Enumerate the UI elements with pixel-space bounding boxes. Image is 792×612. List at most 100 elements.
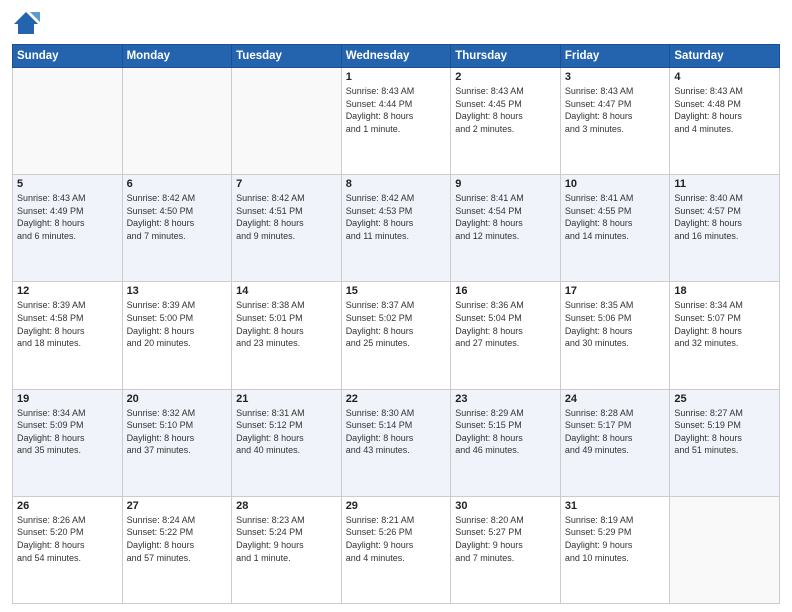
day-info: Sunrise: 8:39 AM Sunset: 5:00 PM Dayligh…	[127, 299, 228, 349]
day-number: 7	[236, 178, 337, 190]
day-cell: 14 Sunrise: 8:38 AM Sunset: 5:01 PM Dayli…	[232, 282, 342, 389]
weekday-header-friday: Friday	[560, 45, 670, 68]
day-info: Sunrise: 8:38 AM Sunset: 5:01 PM Dayligh…	[236, 299, 337, 349]
day-number: 14	[236, 285, 337, 297]
day-cell: 7 Sunrise: 8:42 AM Sunset: 4:51 PM Daylig…	[232, 175, 342, 282]
day-cell: 29 Sunrise: 8:21 AM Sunset: 5:26 PM Dayli…	[341, 496, 451, 603]
day-info: Sunrise: 8:21 AM Sunset: 5:26 PM Dayligh…	[346, 514, 447, 564]
day-number: 1	[346, 71, 447, 83]
day-cell: 20Sunrise: 8:32 AM Sunset: 5:10 PM Dayli…	[122, 389, 232, 496]
day-number: 23	[455, 393, 556, 405]
day-cell: 3Sunrise: 8:43 AM Sunset: 4:47 PM Daylig…	[560, 68, 670, 175]
day-number: 4	[674, 71, 775, 83]
day-info: Sunrise: 8:30 AM Sunset: 5:14 PM Dayligh…	[346, 407, 447, 457]
logo-icon	[12, 10, 40, 38]
day-number: 12	[17, 285, 118, 297]
day-cell: 26 Sunrise: 8:26 AM Sunset: 5:20 PM Dayli…	[13, 496, 123, 603]
day-number: 16	[455, 285, 556, 297]
day-info: Sunrise: 8:41 AM Sunset: 4:55 PM Dayligh…	[565, 192, 666, 242]
day-info: Sunrise: 8:36 AM Sunset: 5:04 PM Dayligh…	[455, 299, 556, 349]
day-cell: 11 Sunrise: 8:40 AM Sunset: 4:57 PM Dayli…	[670, 175, 780, 282]
week-row-1: 1 Sunrise: 8:43 AM Sunset: 4:44 PM Daylig…	[13, 68, 780, 175]
day-info: Sunrise: 8:20 AM Sunset: 5:27 PM Dayligh…	[455, 514, 556, 564]
weekday-header-monday: Monday	[122, 45, 232, 68]
day-info: Sunrise: 8:39 AM Sunset: 4:58 PM Dayligh…	[17, 299, 118, 349]
week-row-4: 19Sunrise: 8:34 AM Sunset: 5:09 PM Dayli…	[13, 389, 780, 496]
day-cell: 19Sunrise: 8:34 AM Sunset: 5:09 PM Dayli…	[13, 389, 123, 496]
day-info: Sunrise: 8:19 AM Sunset: 5:29 PM Dayligh…	[565, 514, 666, 564]
day-info: Sunrise: 8:23 AM Sunset: 5:24 PM Dayligh…	[236, 514, 337, 564]
week-row-5: 26 Sunrise: 8:26 AM Sunset: 5:20 PM Dayli…	[13, 496, 780, 603]
day-info: Sunrise: 8:26 AM Sunset: 5:20 PM Dayligh…	[17, 514, 118, 564]
day-number: 6	[127, 178, 228, 190]
day-number: 29	[346, 500, 447, 512]
day-info: Sunrise: 8:31 AM Sunset: 5:12 PM Dayligh…	[236, 407, 337, 457]
day-cell: 30 Sunrise: 8:20 AM Sunset: 5:27 PM Dayli…	[451, 496, 561, 603]
day-cell: 2Sunrise: 8:43 AM Sunset: 4:45 PM Daylig…	[451, 68, 561, 175]
day-number: 30	[455, 500, 556, 512]
day-cell	[232, 68, 342, 175]
day-cell: 23 Sunrise: 8:29 AM Sunset: 5:15 PM Dayli…	[451, 389, 561, 496]
day-cell: 12 Sunrise: 8:39 AM Sunset: 4:58 PM Dayli…	[13, 282, 123, 389]
weekday-header-sunday: Sunday	[13, 45, 123, 68]
day-info: Sunrise: 8:27 AM Sunset: 5:19 PM Dayligh…	[674, 407, 775, 457]
day-cell: 5Sunrise: 8:43 AM Sunset: 4:49 PM Daylig…	[13, 175, 123, 282]
day-info: Sunrise: 8:37 AM Sunset: 5:02 PM Dayligh…	[346, 299, 447, 349]
day-info: Sunrise: 8:43 AM Sunset: 4:44 PM Dayligh…	[346, 85, 447, 135]
day-cell: 10 Sunrise: 8:41 AM Sunset: 4:55 PM Dayli…	[560, 175, 670, 282]
day-info: Sunrise: 8:42 AM Sunset: 4:50 PM Dayligh…	[127, 192, 228, 242]
day-number: 26	[17, 500, 118, 512]
day-number: 13	[127, 285, 228, 297]
day-number: 27	[127, 500, 228, 512]
day-number: 18	[674, 285, 775, 297]
day-cell: 16 Sunrise: 8:36 AM Sunset: 5:04 PM Dayli…	[451, 282, 561, 389]
day-info: Sunrise: 8:35 AM Sunset: 5:06 PM Dayligh…	[565, 299, 666, 349]
day-cell: 25 Sunrise: 8:27 AM Sunset: 5:19 PM Dayli…	[670, 389, 780, 496]
day-number: 28	[236, 500, 337, 512]
day-number: 10	[565, 178, 666, 190]
day-number: 22	[346, 393, 447, 405]
day-info: Sunrise: 8:34 AM Sunset: 5:07 PM Dayligh…	[674, 299, 775, 349]
calendar-page: SundayMondayTuesdayWednesdayThursdayFrid…	[0, 0, 792, 612]
day-info: Sunrise: 8:32 AM Sunset: 5:10 PM Dayligh…	[127, 407, 228, 457]
day-number: 25	[674, 393, 775, 405]
day-number: 31	[565, 500, 666, 512]
day-info: Sunrise: 8:43 AM Sunset: 4:45 PM Dayligh…	[455, 85, 556, 135]
day-cell: 6 Sunrise: 8:42 AM Sunset: 4:50 PM Daylig…	[122, 175, 232, 282]
day-number: 5	[17, 178, 118, 190]
day-cell	[13, 68, 123, 175]
day-number: 24	[565, 393, 666, 405]
header	[12, 10, 780, 38]
day-cell: 9 Sunrise: 8:41 AM Sunset: 4:54 PM Daylig…	[451, 175, 561, 282]
weekday-header-saturday: Saturday	[670, 45, 780, 68]
day-cell: 24Sunrise: 8:28 AM Sunset: 5:17 PM Dayli…	[560, 389, 670, 496]
day-number: 17	[565, 285, 666, 297]
day-info: Sunrise: 8:41 AM Sunset: 4:54 PM Dayligh…	[455, 192, 556, 242]
weekday-header-row: SundayMondayTuesdayWednesdayThursdayFrid…	[13, 45, 780, 68]
day-info: Sunrise: 8:42 AM Sunset: 4:51 PM Dayligh…	[236, 192, 337, 242]
day-number: 3	[565, 71, 666, 83]
day-number: 15	[346, 285, 447, 297]
day-number: 11	[674, 178, 775, 190]
day-cell	[122, 68, 232, 175]
day-info: Sunrise: 8:29 AM Sunset: 5:15 PM Dayligh…	[455, 407, 556, 457]
day-cell: 21 Sunrise: 8:31 AM Sunset: 5:12 PM Dayli…	[232, 389, 342, 496]
day-cell	[670, 496, 780, 603]
day-number: 19	[17, 393, 118, 405]
calendar-table: SundayMondayTuesdayWednesdayThursdayFrid…	[12, 44, 780, 604]
weekday-header-tuesday: Tuesday	[232, 45, 342, 68]
day-info: Sunrise: 8:40 AM Sunset: 4:57 PM Dayligh…	[674, 192, 775, 242]
day-cell: 27 Sunrise: 8:24 AM Sunset: 5:22 PM Dayli…	[122, 496, 232, 603]
day-cell: 4Sunrise: 8:43 AM Sunset: 4:48 PM Daylig…	[670, 68, 780, 175]
day-info: Sunrise: 8:42 AM Sunset: 4:53 PM Dayligh…	[346, 192, 447, 242]
day-cell: 22 Sunrise: 8:30 AM Sunset: 5:14 PM Dayli…	[341, 389, 451, 496]
day-number: 21	[236, 393, 337, 405]
day-number: 8	[346, 178, 447, 190]
weekday-header-thursday: Thursday	[451, 45, 561, 68]
day-info: Sunrise: 8:24 AM Sunset: 5:22 PM Dayligh…	[127, 514, 228, 564]
day-cell: 8 Sunrise: 8:42 AM Sunset: 4:53 PM Daylig…	[341, 175, 451, 282]
weekday-header-wednesday: Wednesday	[341, 45, 451, 68]
day-cell: 1 Sunrise: 8:43 AM Sunset: 4:44 PM Daylig…	[341, 68, 451, 175]
day-number: 9	[455, 178, 556, 190]
week-row-3: 12 Sunrise: 8:39 AM Sunset: 4:58 PM Dayli…	[13, 282, 780, 389]
